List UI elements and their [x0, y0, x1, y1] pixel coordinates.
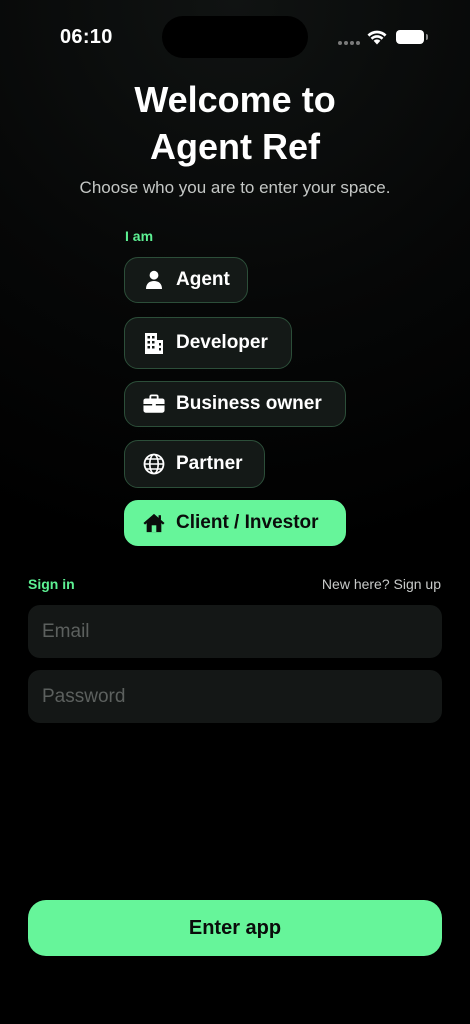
person-icon	[143, 269, 165, 291]
role-section-label: I am	[125, 228, 154, 244]
signin-section-label: Sign in	[28, 576, 75, 592]
signup-link[interactable]: New here? Sign up	[322, 576, 441, 592]
email-field[interactable]	[28, 605, 442, 658]
role-business-owner-label: Business owner	[176, 393, 322, 414]
page-title: Welcome to Agent Ref	[0, 76, 470, 170]
role-agent-label: Agent	[176, 269, 230, 290]
page-title-line-1: Welcome to	[134, 79, 336, 120]
wifi-icon	[367, 30, 387, 45]
role-partner-button[interactable]: Partner	[124, 440, 265, 488]
briefcase-icon	[143, 393, 165, 415]
role-developer-button[interactable]: Developer	[124, 317, 292, 369]
password-field[interactable]	[28, 670, 442, 723]
role-partner-label: Partner	[176, 453, 243, 474]
page-title-line-2: Agent Ref	[150, 126, 320, 167]
role-client-investor-button[interactable]: Client / Investor	[124, 500, 346, 546]
role-client-investor-label: Client / Investor	[176, 512, 319, 533]
role-developer-label: Developer	[176, 332, 268, 353]
status-time: 06:10	[60, 26, 113, 48]
role-business-owner-button[interactable]: Business owner	[124, 381, 346, 427]
globe-icon	[143, 453, 165, 475]
role-agent-button[interactable]: Agent	[124, 257, 248, 303]
cellular-signal-icon	[338, 41, 360, 45]
page-subtitle: Choose who you are to enter your space.	[79, 178, 391, 197]
enter-app-button[interactable]: Enter app	[28, 900, 442, 956]
building-icon	[143, 332, 165, 354]
app-screen: 06:10 Welcome to Agent Ref Choose who yo…	[0, 0, 470, 1024]
dynamic-island	[162, 16, 308, 58]
battery-icon	[396, 30, 428, 44]
house-icon	[143, 512, 165, 534]
